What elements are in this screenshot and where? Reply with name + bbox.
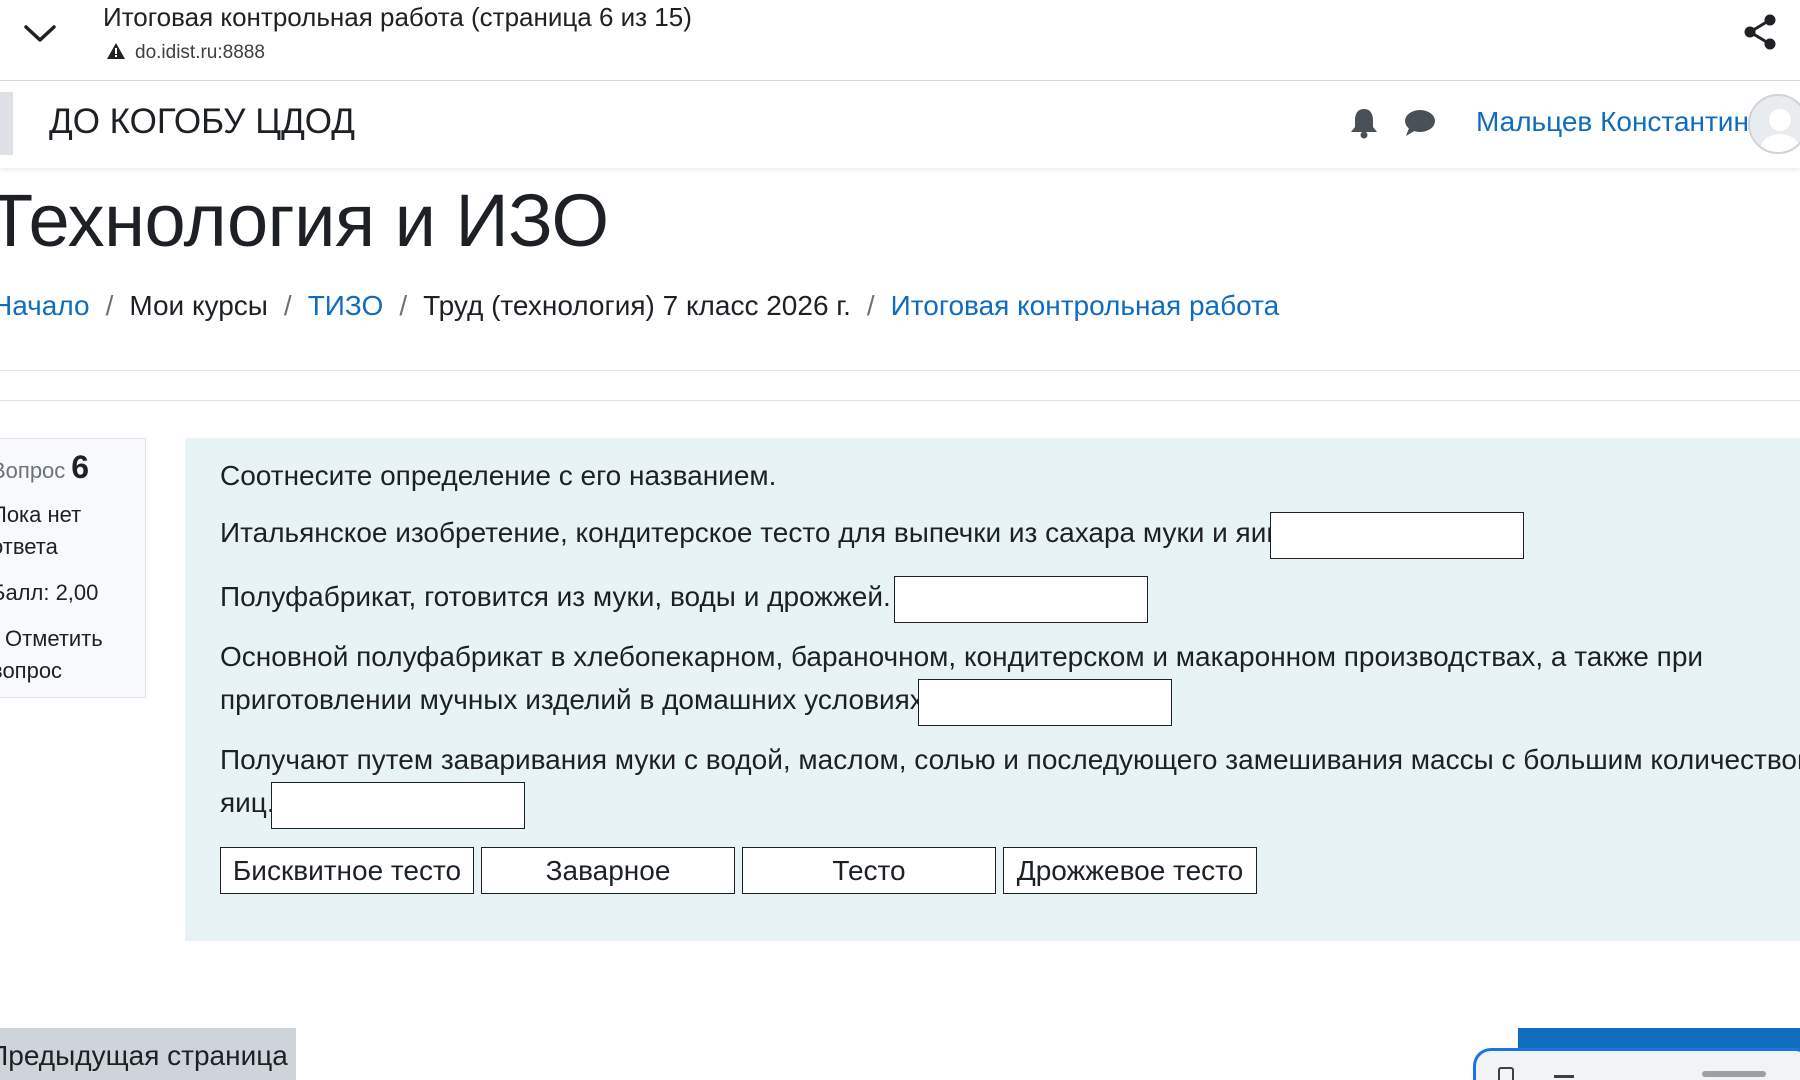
user-menu-name[interactable]: Мальцев Константин xyxy=(1476,106,1749,138)
restore-icon[interactable] xyxy=(1498,1067,1514,1080)
chat-bubble-icon[interactable] xyxy=(1403,108,1437,138)
chevron-down-icon[interactable] xyxy=(20,14,60,54)
breadcrumb-home[interactable]: Начало xyxy=(0,290,90,322)
previous-page-button[interactable]: Предыдущая страница xyxy=(0,1028,296,1080)
breadcrumb-separator: / xyxy=(283,290,292,321)
drag-choice[interactable]: Тесто xyxy=(742,847,996,894)
drop-zone[interactable] xyxy=(894,576,1148,623)
divider xyxy=(0,400,1800,401)
question-prompt: Соотнесите определение с его названием. xyxy=(220,460,777,491)
warning-icon xyxy=(107,42,125,64)
browser-page-title: Итоговая контрольная работа (страница 6 … xyxy=(103,2,692,32)
drag-handle[interactable] xyxy=(1702,1071,1766,1077)
flag-question-link[interactable]: Отметить xyxy=(5,626,103,652)
breadcrumb-separator: / xyxy=(866,290,875,321)
breadcrumb-my-courses: Мои курсы xyxy=(129,290,268,321)
breadcrumb-separator: / xyxy=(105,290,114,321)
site-brand[interactable]: ДО КОГОБУ ЦДОД xyxy=(49,102,355,142)
bell-icon[interactable] xyxy=(1348,106,1380,140)
definition-text: Основной полуфабрикат в хлебопекарном, б… xyxy=(220,641,1704,672)
question-status: ответа xyxy=(0,534,58,559)
share-icon[interactable] xyxy=(1738,10,1782,54)
divider xyxy=(0,370,1800,371)
avatar[interactable] xyxy=(1748,94,1800,154)
drag-choice[interactable]: Дрожжевое тесто xyxy=(1003,847,1257,894)
definition-text: Итальянское изобретение, кондитерское те… xyxy=(220,517,1291,548)
drop-zone[interactable] xyxy=(918,679,1172,726)
drop-zone[interactable] xyxy=(1270,512,1524,559)
site-navbar: ДО КОГОБУ ЦДОД Мальцев Константин xyxy=(0,82,1800,168)
drawer-toggle[interactable] xyxy=(0,92,13,155)
definition-text: яиц. xyxy=(220,787,275,818)
course-title: Технология и ИЗО xyxy=(0,179,609,262)
question-number: Вопрос6 xyxy=(0,449,90,485)
floating-window-controls xyxy=(1473,1048,1800,1080)
breadcrumb-quiz[interactable]: Итоговая контрольная работа xyxy=(891,290,1280,322)
question-grade: Балл: 2,00 xyxy=(0,580,99,605)
drag-choice[interactable]: Бисквитное тесто xyxy=(220,847,474,894)
url-bar[interactable]: do.idist.ru:8888 xyxy=(107,42,265,64)
flag-question-link[interactable]: вопрос xyxy=(0,658,62,684)
breadcrumb-section: Труд (технология) 7 класс 2026 г. xyxy=(423,290,851,321)
breadcrumb-separator: / xyxy=(399,290,408,321)
question-info-panel: Вопрос6 Пока нет ответа Балл: 2,00 Отмет… xyxy=(0,438,146,698)
minimize-icon[interactable] xyxy=(1554,1075,1574,1078)
url-text: do.idist.ru:8888 xyxy=(135,42,265,63)
drop-zone[interactable] xyxy=(271,782,525,829)
question-content: Соотнесите определение с его названием. … xyxy=(185,438,1800,941)
definition-text: Полуфабрикат, готовится из муки, воды и … xyxy=(220,581,891,612)
breadcrumb-course[interactable]: ТИЗО xyxy=(308,290,384,322)
browser-toolbar: Итоговая контрольная работа (страница 6 … xyxy=(0,0,1800,81)
breadcrumb: Начало / Мои курсы / ТИЗО / Труд (технол… xyxy=(0,290,1279,322)
definition-text: Получают путем заваривания муки с водой,… xyxy=(220,744,1800,775)
definition-text: приготовлении мучных изделий в домашних … xyxy=(220,684,932,715)
drag-choice[interactable]: Заварное xyxy=(481,847,735,894)
question-status: Пока нет xyxy=(0,502,82,527)
